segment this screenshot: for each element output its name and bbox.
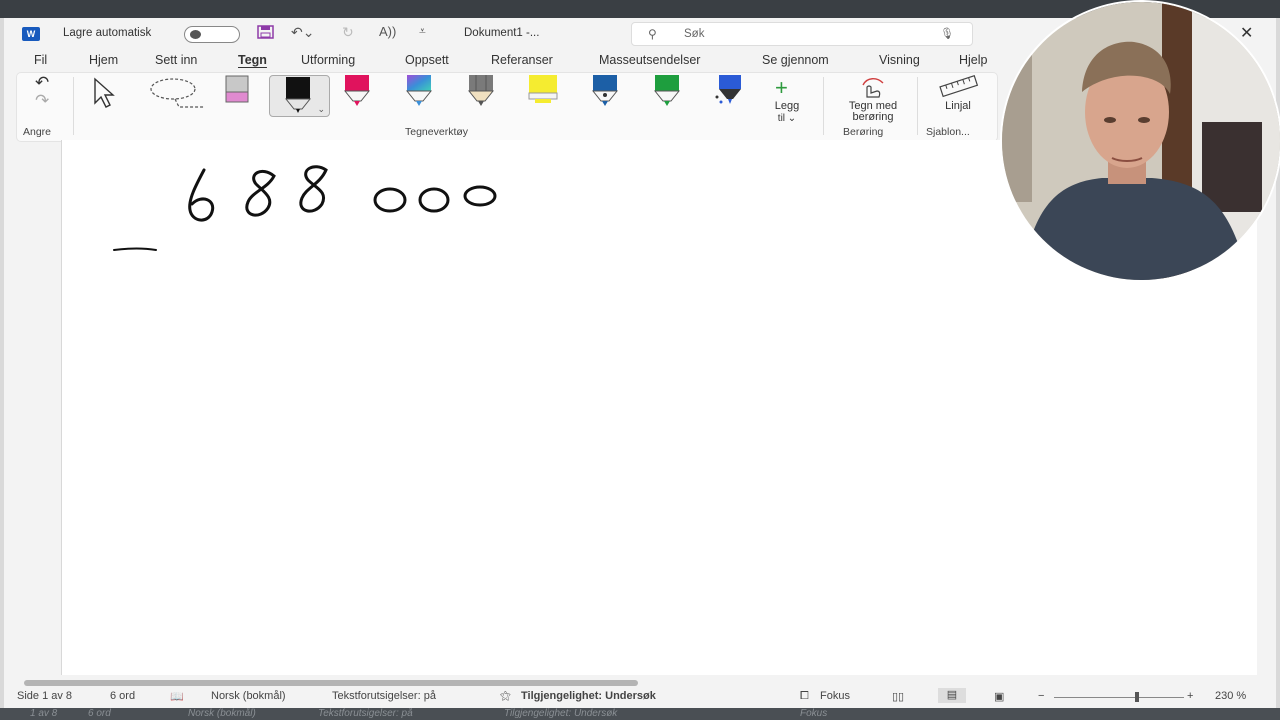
undo-group-label: Angre	[23, 126, 52, 138]
menu-tegn[interactable]: Tegn	[238, 53, 267, 67]
ghost-status-line: 1 av 8 6 ord Norsk (bokmål) Tekstforutsi…	[0, 708, 1280, 720]
accessibility-status[interactable]: Tilgjengelighet: Undersøk	[521, 690, 656, 702]
add-pen-label[interactable]: Legg	[769, 101, 805, 112]
ghost-text: 1 av 8	[30, 708, 58, 719]
menu-referanser[interactable]: Referanser	[491, 53, 553, 67]
read-aloud-icon[interactable]: A))	[379, 24, 396, 39]
blue-pen-icon[interactable]	[589, 75, 629, 115]
autosave-toggle[interactable]	[184, 26, 240, 43]
menu-hjem[interactable]: Hjem	[89, 53, 118, 67]
word-logo-icon: W	[22, 27, 40, 41]
menu-se-gjennom[interactable]: Se gjennom	[762, 53, 829, 67]
search-placeholder: Søk	[684, 28, 705, 40]
microphone-icon[interactable]: 🎙	[940, 27, 954, 40]
webcam-overlay	[1000, 0, 1280, 282]
menu-hjelp[interactable]: Hjelp	[959, 53, 988, 67]
separator	[917, 77, 918, 135]
ruler-label[interactable]: Linjal	[933, 101, 983, 112]
menu-sett-inn[interactable]: Sett inn	[155, 53, 197, 67]
zoom-slider-track[interactable]	[1054, 697, 1184, 698]
language-status[interactable]: Norsk (bokmål)	[211, 690, 286, 702]
ghost-text: Norsk (bokmål)	[188, 708, 256, 719]
accessibility-icon: ⚝	[500, 690, 511, 702]
ghost-text: Tekstforutsigelser: på	[318, 708, 413, 719]
stencil-group-label: Sjablon...	[926, 126, 970, 138]
zoom-level[interactable]: 230 %	[1215, 690, 1246, 702]
text-predictions-status[interactable]: Tekstforutsigelser: på	[332, 690, 436, 702]
menu-utforming[interactable]: Utforming	[301, 53, 355, 67]
focus-icon: ⧠	[800, 690, 809, 702]
tools-group-label: Tegneverktøy	[405, 126, 469, 138]
black-pen-button[interactable]: ⌄	[269, 75, 330, 117]
touch-group-label: Berøring	[843, 126, 884, 138]
menu-visning[interactable]: Visning	[879, 53, 920, 67]
ghost-text: 6 ord	[88, 708, 111, 719]
search-icon: ⚲	[648, 27, 657, 41]
proofing-book-icon[interactable]: 📖	[170, 690, 184, 703]
web-layout-icon[interactable]: ▣	[994, 690, 1004, 703]
zoom-slider-thumb[interactable]	[1135, 692, 1139, 702]
ribbon-undo-icon[interactable]: ↶	[35, 73, 49, 93]
pencil-icon[interactable]	[465, 75, 505, 115]
touch-drawing-icon[interactable]	[857, 75, 887, 102]
separator	[73, 77, 74, 135]
close-window-icon[interactable]: ✕	[1240, 23, 1253, 43]
menu-masseutsendelser[interactable]: Masseutsendelser	[599, 53, 700, 67]
undo-icon[interactable]: ↶⌄	[291, 24, 314, 41]
customize-quick-access-icon[interactable]: ⩡	[419, 24, 426, 39]
save-icon[interactable]	[256, 24, 276, 43]
galaxy-pen-icon[interactable]	[403, 75, 443, 115]
page-count[interactable]: Side 1 av 8	[17, 690, 72, 702]
redo-icon[interactable]: ↻	[342, 24, 354, 41]
action-pen-icon[interactable]	[713, 75, 753, 115]
pink-pen-icon[interactable]	[341, 75, 381, 115]
green-pen-icon[interactable]	[651, 75, 691, 115]
touch-draw-label-2[interactable]: berøring	[835, 112, 911, 123]
pen-dropdown-chevron-icon[interactable]: ⌄	[317, 104, 325, 115]
ink-drawing	[113, 165, 497, 251]
separator	[823, 77, 824, 135]
ghost-text: Fokus	[800, 708, 828, 719]
search-box[interactable]: ⚲ Søk 🎙	[631, 22, 973, 46]
document-title: Dokument1 -...	[464, 27, 540, 39]
select-objects-icon[interactable]	[91, 77, 129, 112]
menu-oppsett[interactable]: Oppsett	[405, 53, 449, 67]
zoom-in-icon[interactable]: +	[1187, 690, 1193, 702]
ghost-text: Tilgjengelighet: Undersøk	[504, 708, 618, 719]
print-layout-icon[interactable]: ▤	[938, 688, 966, 703]
word-count[interactable]: 6 ord	[110, 690, 135, 702]
add-pen-label-2[interactable]: til ⌄	[769, 113, 805, 124]
focus-mode[interactable]: Fokus	[820, 690, 850, 702]
yellow-highlighter-icon[interactable]	[527, 75, 567, 115]
status-bar: Side 1 av 8 6 ord 📖 Norsk (bokmål) Tekst…	[4, 686, 1276, 708]
eraser-icon[interactable]	[223, 75, 251, 110]
lasso-select-icon[interactable]	[149, 77, 207, 112]
ribbon-redo-icon[interactable]: ↷	[35, 91, 49, 111]
toggle-knob	[190, 30, 201, 39]
ruler-icon[interactable]	[939, 74, 979, 102]
autosave-label: Lagre automatisk	[63, 27, 152, 39]
menu-fil[interactable]: Fil	[34, 53, 47, 67]
draw-ribbon: ↶ ↷ Angre ⌄ + Legg til ⌄ Tegneverktøy Te…	[16, 72, 998, 142]
zoom-out-icon[interactable]: −	[1038, 690, 1044, 702]
read-mode-icon[interactable]: ▯▯	[892, 690, 904, 703]
add-pen-plus-icon[interactable]: +	[775, 75, 788, 101]
